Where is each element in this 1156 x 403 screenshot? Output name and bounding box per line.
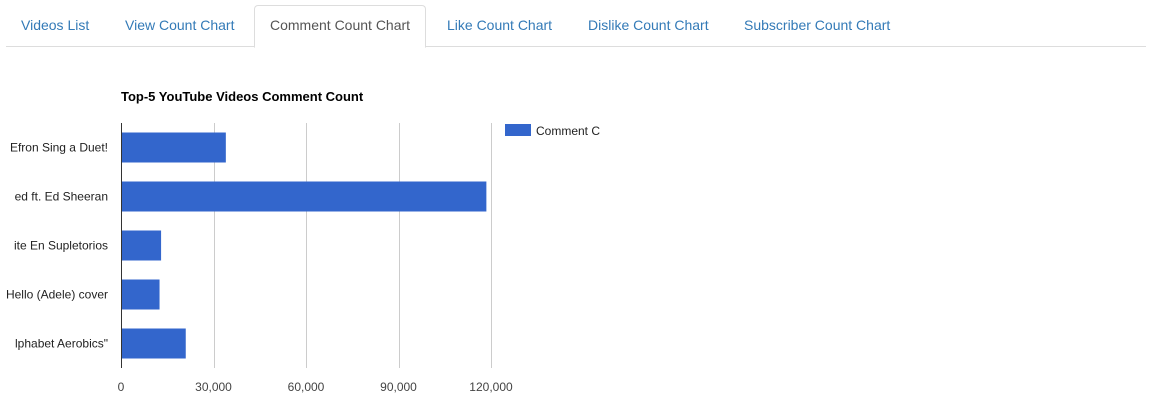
x-tick-label: 60,000 [288, 380, 325, 394]
legend-swatch [505, 124, 531, 136]
legend-label: Comment C [536, 124, 600, 138]
tab-videos-list[interactable]: Videos List [6, 5, 104, 47]
category-label: ite En Supletorios [14, 239, 108, 253]
tab-subscriber-count-chart[interactable]: Subscriber Count Chart [729, 5, 905, 47]
gridlines [214, 123, 492, 368]
bar[interactable] [121, 132, 226, 163]
category-label: Efron Sing a Duet! [10, 141, 108, 155]
tab-dislike-count-chart[interactable]: Dislike Count Chart [573, 5, 724, 47]
category-label: ed ft. Ed Sheeran [15, 190, 108, 204]
category-label: lphabet Aerobics" [15, 337, 108, 351]
chart-title: Top-5 YouTube Videos Comment Count [121, 89, 364, 104]
bar[interactable] [121, 279, 160, 310]
bar-series [121, 132, 487, 359]
category-label: Hello (Adele) cover [6, 288, 108, 302]
tab-bar: Videos List View Count Chart Comment Cou… [6, 5, 1146, 48]
bar[interactable] [121, 230, 162, 261]
x-tick-label: 30,000 [195, 380, 232, 394]
x-tick-label: 120,000 [469, 380, 513, 394]
tab-comment-count-chart[interactable]: Comment Count Chart [254, 5, 427, 48]
x-tick-label: 90,000 [380, 380, 417, 394]
x-axis-ticks: 0 30,000 60,000 90,000 120,000 [118, 380, 513, 394]
bar[interactable] [121, 328, 186, 359]
bar[interactable] [121, 181, 487, 212]
tab-like-count-chart[interactable]: Like Count Chart [432, 5, 567, 47]
tab-view-count-chart[interactable]: View Count Chart [110, 5, 249, 47]
comment-count-chart: Top-5 YouTube Videos Comment Count Efron… [6, 89, 600, 394]
legend[interactable]: Comment C [505, 124, 600, 138]
x-tick-label: 0 [118, 380, 125, 394]
category-labels: Efron Sing a Duet! ed ft. Ed Sheeran ite E… [6, 141, 108, 351]
